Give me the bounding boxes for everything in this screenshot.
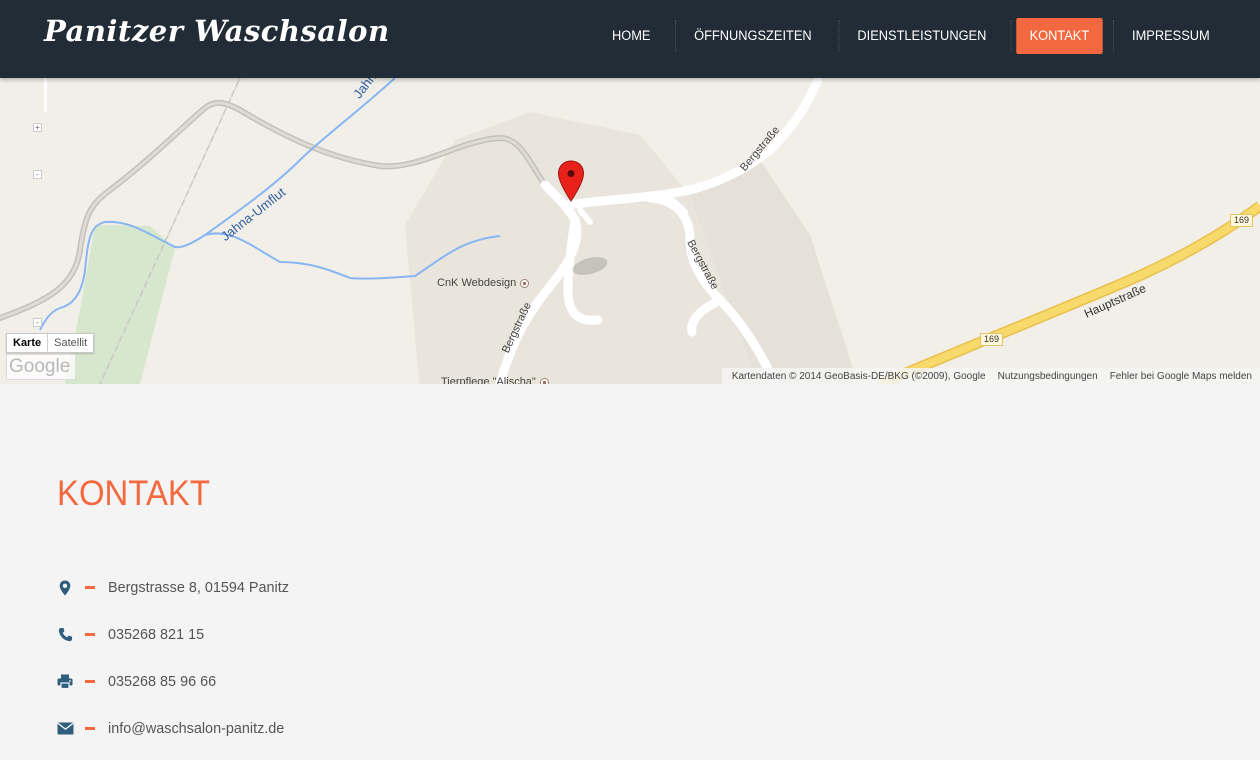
- contact-phone-row: 035268 821 15: [56, 611, 296, 658]
- contact-fax-row: 035268 85 96 66: [56, 658, 296, 705]
- site-header: Panitzer Waschsalon HOME ÖFFNUNGSZEITEN …: [0, 0, 1260, 78]
- contact-dash: [85, 727, 95, 730]
- map-type-satellit-button[interactable]: Satellit: [48, 334, 93, 352]
- contact-dash: [85, 633, 95, 636]
- nav-home[interactable]: HOME: [599, 18, 664, 54]
- contact-title: KONTAKT: [57, 474, 210, 513]
- contact-phone: 035268 821 15: [108, 626, 205, 643]
- main-nav: HOME ÖFFNUNGSZEITEN DIENSTLEISTUNGEN KON…: [586, 18, 1226, 54]
- location-pin-icon: [56, 579, 74, 597]
- map-poi-label: Tierpflege "Alischa": [441, 376, 536, 384]
- map-attribution: Kartendaten © 2014 GeoBasis-DE/BKG (©200…: [721, 368, 1260, 384]
- zoom-slider-track[interactable]: [44, 78, 47, 112]
- map-poi-icon: [539, 377, 549, 384]
- zoom-in-icon[interactable]: +: [33, 123, 42, 132]
- nav-kontakt[interactable]: KONTAKT: [1011, 18, 1103, 54]
- map-marker-pin-icon[interactable]: [557, 160, 585, 202]
- map-canvas[interactable]: [0, 78, 1260, 384]
- map-type-control: Karte Satellit: [6, 333, 95, 353]
- map-zoom-control[interactable]: + - -: [30, 78, 47, 327]
- contact-fax: 035268 85 96 66: [108, 673, 217, 690]
- contact-dash: [85, 680, 95, 683]
- nav-oeffnungszeiten[interactable]: ÖFFNUNGSZEITEN: [675, 18, 825, 54]
- google-map[interactable]: Jahna-U Jahna-Umflut Bergstraße Bergstra…: [0, 78, 1260, 384]
- zoom-out-icon[interactable]: -: [33, 170, 42, 179]
- map-attribution-data: Kartendaten © 2014 GeoBasis-DE/BKG (©200…: [731, 370, 986, 382]
- contact-address-row: Bergstrasse 8, 01594 Panitz: [56, 564, 296, 611]
- map-poi-tierpflege[interactable]: Tierpflege "Alischa": [441, 376, 549, 384]
- map-terms-link[interactable]: Nutzungsbedingungen: [998, 371, 1098, 382]
- site-logo[interactable]: Panitzer Waschsalon: [44, 14, 390, 48]
- envelope-icon: [56, 720, 74, 738]
- map-poi-webdesign[interactable]: CnK Webdesign: [437, 277, 530, 289]
- phone-icon: [56, 626, 74, 644]
- map-route-shield-2: 169: [980, 333, 1004, 346]
- zoom-reset-icon[interactable]: -: [33, 318, 42, 327]
- contact-dash: [85, 586, 95, 589]
- page: Panitzer Waschsalon HOME ÖFFNUNGSZEITEN …: [0, 0, 1260, 760]
- map-type-karte-button[interactable]: Karte: [7, 334, 49, 352]
- map-route-shield-1: 169: [1230, 214, 1254, 227]
- contact-email-link[interactable]: info@waschsalon-panitz.de: [108, 720, 284, 737]
- contact-address: Bergstrasse 8, 01594 Panitz: [108, 579, 289, 596]
- contact-list: Bergstrasse 8, 01594 Panitz 035268 821 1…: [56, 564, 296, 752]
- nav-dienstleistungen[interactable]: DIENSTLEISTUNGEN: [838, 18, 1000, 54]
- nav-impressum[interactable]: IMPRESSUM: [1113, 18, 1223, 54]
- google-logo[interactable]: Google: [6, 354, 76, 380]
- fax-printer-icon: [56, 673, 74, 691]
- contact-email-row: info@waschsalon-panitz.de: [56, 705, 296, 752]
- map-poi-label: CnK Webdesign: [437, 277, 517, 289]
- map-poi-icon: [520, 278, 530, 288]
- map-report-error-link[interactable]: Fehler bei Google Maps melden: [1110, 371, 1252, 382]
